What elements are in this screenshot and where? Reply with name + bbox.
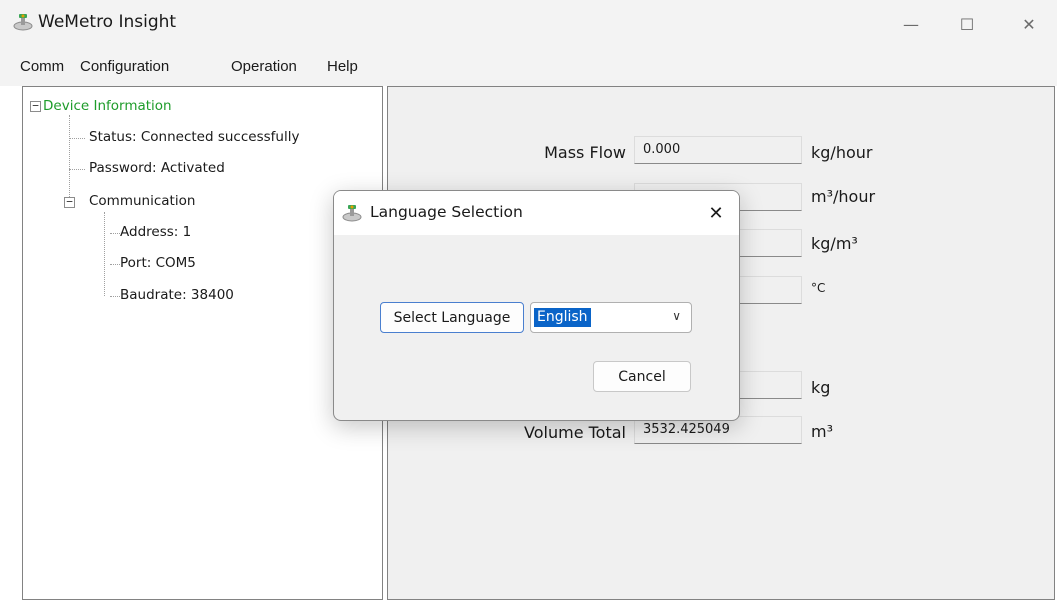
minimize-button[interactable]: —	[888, 0, 934, 48]
field-value-mass-flow: 0.000	[634, 136, 802, 164]
menu-configuration[interactable]: Configuration	[80, 58, 169, 75]
collapse-icon[interactable]: −	[64, 196, 75, 208]
tree-connector	[110, 264, 120, 265]
device-tree-pane: − Device Information Status: Connected s…	[22, 86, 383, 600]
dialog-title-bar: Language Selection ✕	[334, 191, 739, 235]
tree-connector	[69, 115, 70, 201]
language-dropdown[interactable]: English ∨	[530, 302, 692, 333]
language-selection-dialog: Language Selection ✕ Select Language Eng…	[333, 190, 740, 421]
wemetro-app-icon	[13, 14, 33, 31]
tree-connector	[110, 233, 120, 234]
field-unit-temperature: °C	[811, 281, 826, 295]
field-unit-density: kg/m³	[811, 234, 858, 253]
field-unit-mass-flow: kg/hour	[811, 143, 873, 162]
maximize-button[interactable]: ☐	[944, 0, 990, 48]
tree-connector	[110, 296, 120, 297]
tree-node-port[interactable]: Port: COM5	[120, 255, 196, 271]
tree-connector	[69, 169, 85, 170]
tree-node-communication[interactable]: Communication	[89, 193, 195, 209]
menu-bar: Comm Configuration Operation Help	[0, 48, 1057, 86]
tree-connector	[69, 138, 85, 139]
tree-node-device-information[interactable]: Device Information	[43, 98, 172, 114]
collapse-icon[interactable]: −	[30, 100, 41, 112]
field-label-volume-total: Volume Total	[524, 423, 626, 442]
close-button[interactable]: ✕	[1006, 0, 1052, 48]
dialog-close-icon[interactable]: ✕	[702, 199, 730, 227]
tree-connector	[104, 212, 105, 296]
title-bar: WeMetro Insight — ☐ ✕	[0, 0, 1057, 48]
dialog-title: Language Selection	[370, 203, 523, 221]
tree-node-address[interactable]: Address: 1	[120, 224, 191, 240]
menu-comm[interactable]: Comm	[20, 58, 64, 75]
field-unit-volume-flow: m³/hour	[811, 187, 876, 206]
window-title: WeMetro Insight	[38, 12, 177, 32]
cancel-button[interactable]: Cancel	[593, 361, 691, 392]
select-language-button[interactable]: Select Language	[380, 302, 524, 333]
field-label-mass-flow: Mass Flow	[544, 143, 626, 162]
chevron-down-icon[interactable]: ∨	[672, 309, 681, 323]
tree-node-baudrate[interactable]: Baudrate: 38400	[120, 287, 234, 303]
language-selected-value: English	[534, 308, 591, 327]
field-unit-volume-total: m³	[811, 422, 833, 441]
field-unit-mass-total: kg	[811, 378, 831, 397]
tree-node-password[interactable]: Password: Activated	[89, 160, 225, 176]
menu-operation[interactable]: Operation	[231, 58, 297, 75]
tree-node-status[interactable]: Status: Connected successfully	[89, 129, 299, 145]
menu-help[interactable]: Help	[327, 58, 358, 75]
wemetro-app-icon	[342, 205, 362, 222]
